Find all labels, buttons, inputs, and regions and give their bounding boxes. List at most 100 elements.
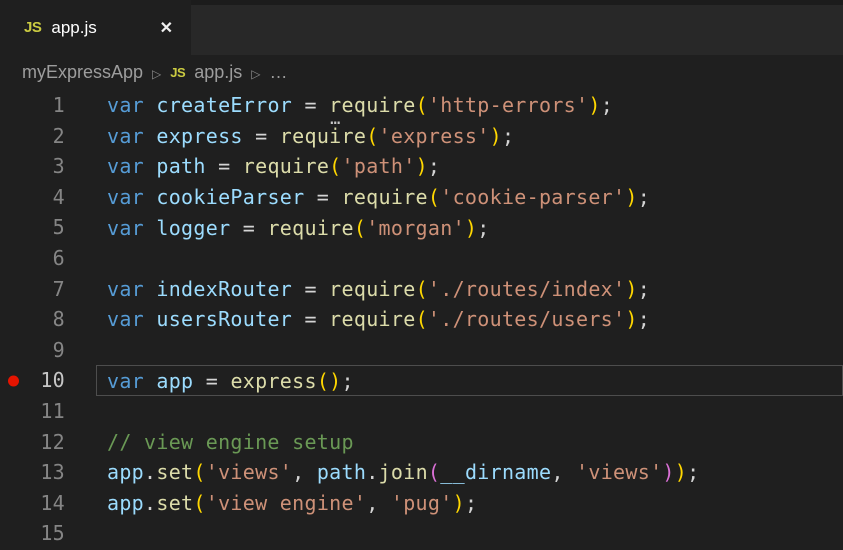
code-token: var — [107, 216, 156, 240]
code-token: require — [243, 154, 329, 178]
code-line[interactable]: 11 — [0, 396, 843, 427]
code-token: . — [144, 460, 156, 484]
code-line-content[interactable]: var indexRouter = require('./routes/inde… — [96, 274, 843, 305]
code-token: ( — [354, 216, 366, 240]
code-token: usersRouter — [156, 307, 292, 331]
code-line-content[interactable] — [96, 243, 843, 274]
code-token: 'express' — [379, 124, 490, 148]
code-token: ( — [428, 460, 440, 484]
code-token: var — [107, 185, 156, 209]
code-token: var — [107, 307, 156, 331]
code-token: require — [329, 307, 415, 331]
code-token: 'pug' — [391, 491, 453, 515]
code-token: ; — [638, 307, 650, 331]
code-line[interactable]: 6 — [0, 243, 843, 274]
code-token: var — [107, 93, 156, 117]
breadcrumb-more[interactable]: … — [269, 62, 287, 83]
line-number[interactable]: 12 — [0, 427, 65, 458]
code-line-content[interactable]: var usersRouter = require('./routes/user… — [96, 304, 843, 335]
close-icon[interactable]: ✕ — [156, 16, 177, 40]
tab-label: app.js — [51, 18, 96, 38]
code-line-content[interactable]: var createError = require('http-errors')… — [96, 90, 843, 121]
code-line-content[interactable] — [96, 396, 843, 427]
code-token: set — [156, 460, 193, 484]
line-number[interactable]: 1 — [0, 90, 65, 121]
code-token: ) — [416, 154, 428, 178]
code-line[interactable]: 13 app.set('views', path.join(__dirname, … — [0, 457, 843, 488]
code-token: . — [366, 460, 378, 484]
code-line[interactable]: 5 var logger = require('morgan'); — [0, 212, 843, 243]
code-token: = — [292, 93, 329, 117]
code-line[interactable]: 1 var createError = require('http-errors'… — [0, 90, 843, 121]
code-line-content[interactable]: // view engine setup — [96, 427, 843, 458]
code-token: require — [329, 277, 415, 301]
line-number[interactable]: 5 — [0, 212, 65, 243]
code-line[interactable]: 15 — [0, 518, 843, 549]
code-line-content[interactable]: var cookieParser = require('cookie-parse… — [96, 182, 843, 213]
line-number[interactable]: 3 — [0, 151, 65, 182]
code-line-content[interactable]: var express = require('express'); — [96, 121, 843, 152]
code-line[interactable]: 9 — [0, 335, 843, 366]
code-token: ; — [502, 124, 514, 148]
line-number[interactable]: 11 — [0, 396, 65, 427]
code-token: ; — [638, 185, 650, 209]
code-line-content[interactable] — [96, 518, 843, 549]
code-line[interactable]: 10var app = express(); — [0, 365, 843, 396]
line-number[interactable]: 8 — [0, 304, 65, 335]
code-line[interactable]: 12 // view engine setup — [0, 427, 843, 458]
line-number[interactable]: 9 — [0, 335, 65, 366]
code-token: var — [107, 124, 156, 148]
code-line-content[interactable]: var logger = require('morgan'); — [96, 212, 843, 243]
breadcrumb-file[interactable]: app.js — [194, 62, 242, 83]
code-line-content[interactable]: var app = express(); — [96, 365, 843, 396]
code-token: ; — [477, 216, 489, 240]
code-line[interactable]: 4 var cookieParser = require('cookie-pars… — [0, 182, 843, 213]
code-token: './routes/users' — [428, 307, 625, 331]
code-token: ( — [193, 460, 205, 484]
code-token: 'morgan' — [366, 216, 465, 240]
code-token: ) — [625, 277, 637, 301]
code-line-content[interactable]: app.set('views', path.join(__dirname, 'v… — [96, 457, 843, 488]
line-number[interactable]: 14 — [0, 488, 65, 519]
line-number[interactable]: 2 — [0, 121, 65, 152]
line-number[interactable]: 15 — [0, 518, 65, 549]
chevron-right-icon: ▷ — [152, 65, 161, 81]
code-line[interactable]: 14 app.set('view engine', 'pug'); — [0, 488, 843, 519]
line-number[interactable]: 7 — [0, 274, 65, 305]
code-token: , — [366, 491, 391, 515]
code-line-content[interactable] — [96, 335, 843, 366]
code-line[interactable]: 8 var usersRouter = require('./routes/use… — [0, 304, 843, 335]
code-token: set — [156, 491, 193, 515]
code-token: path — [156, 154, 205, 178]
code-line[interactable]: 7 var indexRouter = require('./routes/ind… — [0, 274, 843, 305]
code-token: var — [107, 369, 156, 393]
code-token: ( — [416, 277, 428, 301]
code-token: 'views' — [206, 460, 292, 484]
code-line-content[interactable]: app.set('view engine', 'pug'); — [96, 488, 843, 519]
line-number[interactable]: 13 — [0, 457, 65, 488]
line-number[interactable]: 6 — [0, 243, 65, 274]
code-token: ; — [687, 460, 699, 484]
chevron-right-icon: ▷ — [251, 65, 260, 81]
code-token: __dirname — [440, 460, 551, 484]
code-line[interactable]: 3 var path = require('path'); — [0, 151, 843, 182]
tab-bar-empty-space — [191, 5, 843, 55]
code-token: ( — [329, 154, 341, 178]
breadcrumb-folder[interactable]: myExpressApp — [22, 62, 143, 83]
code-token: = — [292, 307, 329, 331]
code-token: require — [342, 185, 428, 209]
vscode-window: JS app.js ✕ myExpressApp ▷ JS app.js ▷ …… — [0, 0, 843, 550]
code-token: path — [317, 460, 366, 484]
code-token: indexRouter — [156, 277, 292, 301]
code-line-content[interactable]: var path = require('path'); — [96, 151, 843, 182]
code-token: ( — [366, 124, 378, 148]
code-line[interactable]: 2 var express = require('express'); — [0, 121, 843, 152]
tab-app-js[interactable]: JS app.js ✕ — [0, 0, 191, 55]
code-token: express — [230, 369, 316, 393]
code-token: . — [144, 491, 156, 515]
code-editor[interactable]: 1 var createError = require('http-errors'… — [0, 90, 843, 550]
breakpoint-icon[interactable] — [8, 375, 19, 386]
code-token: ) — [465, 216, 477, 240]
code-token: ) — [625, 185, 637, 209]
line-number[interactable]: 4 — [0, 182, 65, 213]
